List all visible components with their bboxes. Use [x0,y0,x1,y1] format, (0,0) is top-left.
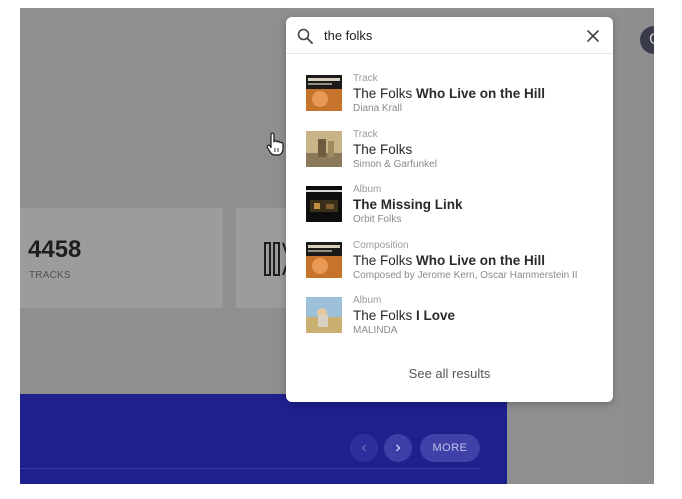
search-result-item[interactable]: Track The Folks Simon & Garfunkel [286,125,613,181]
result-type: Track [353,128,378,140]
search-result-item[interactable]: Track The Folks Who Live on the Hill Dia… [286,69,613,125]
result-type: Album [353,295,382,306]
panel-divider [20,468,480,469]
right-gutter [626,8,654,484]
search-result-item[interactable]: Album The Missing Link Orbit Folks [286,180,613,236]
result-title: The Folks I Love [353,308,456,323]
close-icon[interactable] [586,29,600,43]
tracks-stat-card[interactable]: 4458 TRACKS [20,208,223,308]
tracks-label: TRACKS [29,270,71,281]
result-subtitle: Diana Krall [353,103,402,114]
previous-button[interactable]: ‹ [350,434,378,462]
result-subtitle: Simon & Garfunkel [353,158,437,170]
result-type: Composition [353,239,409,251]
result-title: The Folks [353,141,413,157]
search-bar [286,17,613,54]
album-art-thumbnail [306,186,342,222]
search-result-item[interactable]: Album The Folks I Love MALINDA [286,291,613,347]
search-results-list: Track The Folks Who Live on the Hill Dia… [286,69,613,347]
next-button[interactable]: › [384,434,412,462]
result-title: The Folks Who Live on the Hill [353,252,546,268]
search-input[interactable] [324,25,564,45]
hand-cursor-icon [266,132,284,156]
search-dropdown: Track The Folks Who Live on the Hill Dia… [286,17,613,402]
featured-panel: ‹ › MORE [20,394,507,484]
search-result-item[interactable]: Composition The Folks Who Live on the Hi… [286,236,613,292]
album-art-thumbnail [306,130,342,167]
result-type: Album [353,184,382,195]
more-button[interactable]: MORE [420,434,480,462]
result-title: The Missing Link [353,197,463,212]
search-icon [297,28,313,44]
result-type: Track [353,73,378,84]
tracks-count: 4458 [28,236,82,263]
see-all-results-link[interactable]: See all results [286,366,613,381]
album-art-thumbnail [306,241,342,278]
album-art-thumbnail [306,297,342,333]
result-subtitle: Composed by Jerome Kern, Oscar Hammerste… [353,269,578,281]
album-art-thumbnail [306,75,342,111]
result-subtitle: MALINDA [353,325,398,336]
result-title: The Folks Who Live on the Hill [353,86,546,101]
result-subtitle: Orbit Folks [353,214,402,225]
